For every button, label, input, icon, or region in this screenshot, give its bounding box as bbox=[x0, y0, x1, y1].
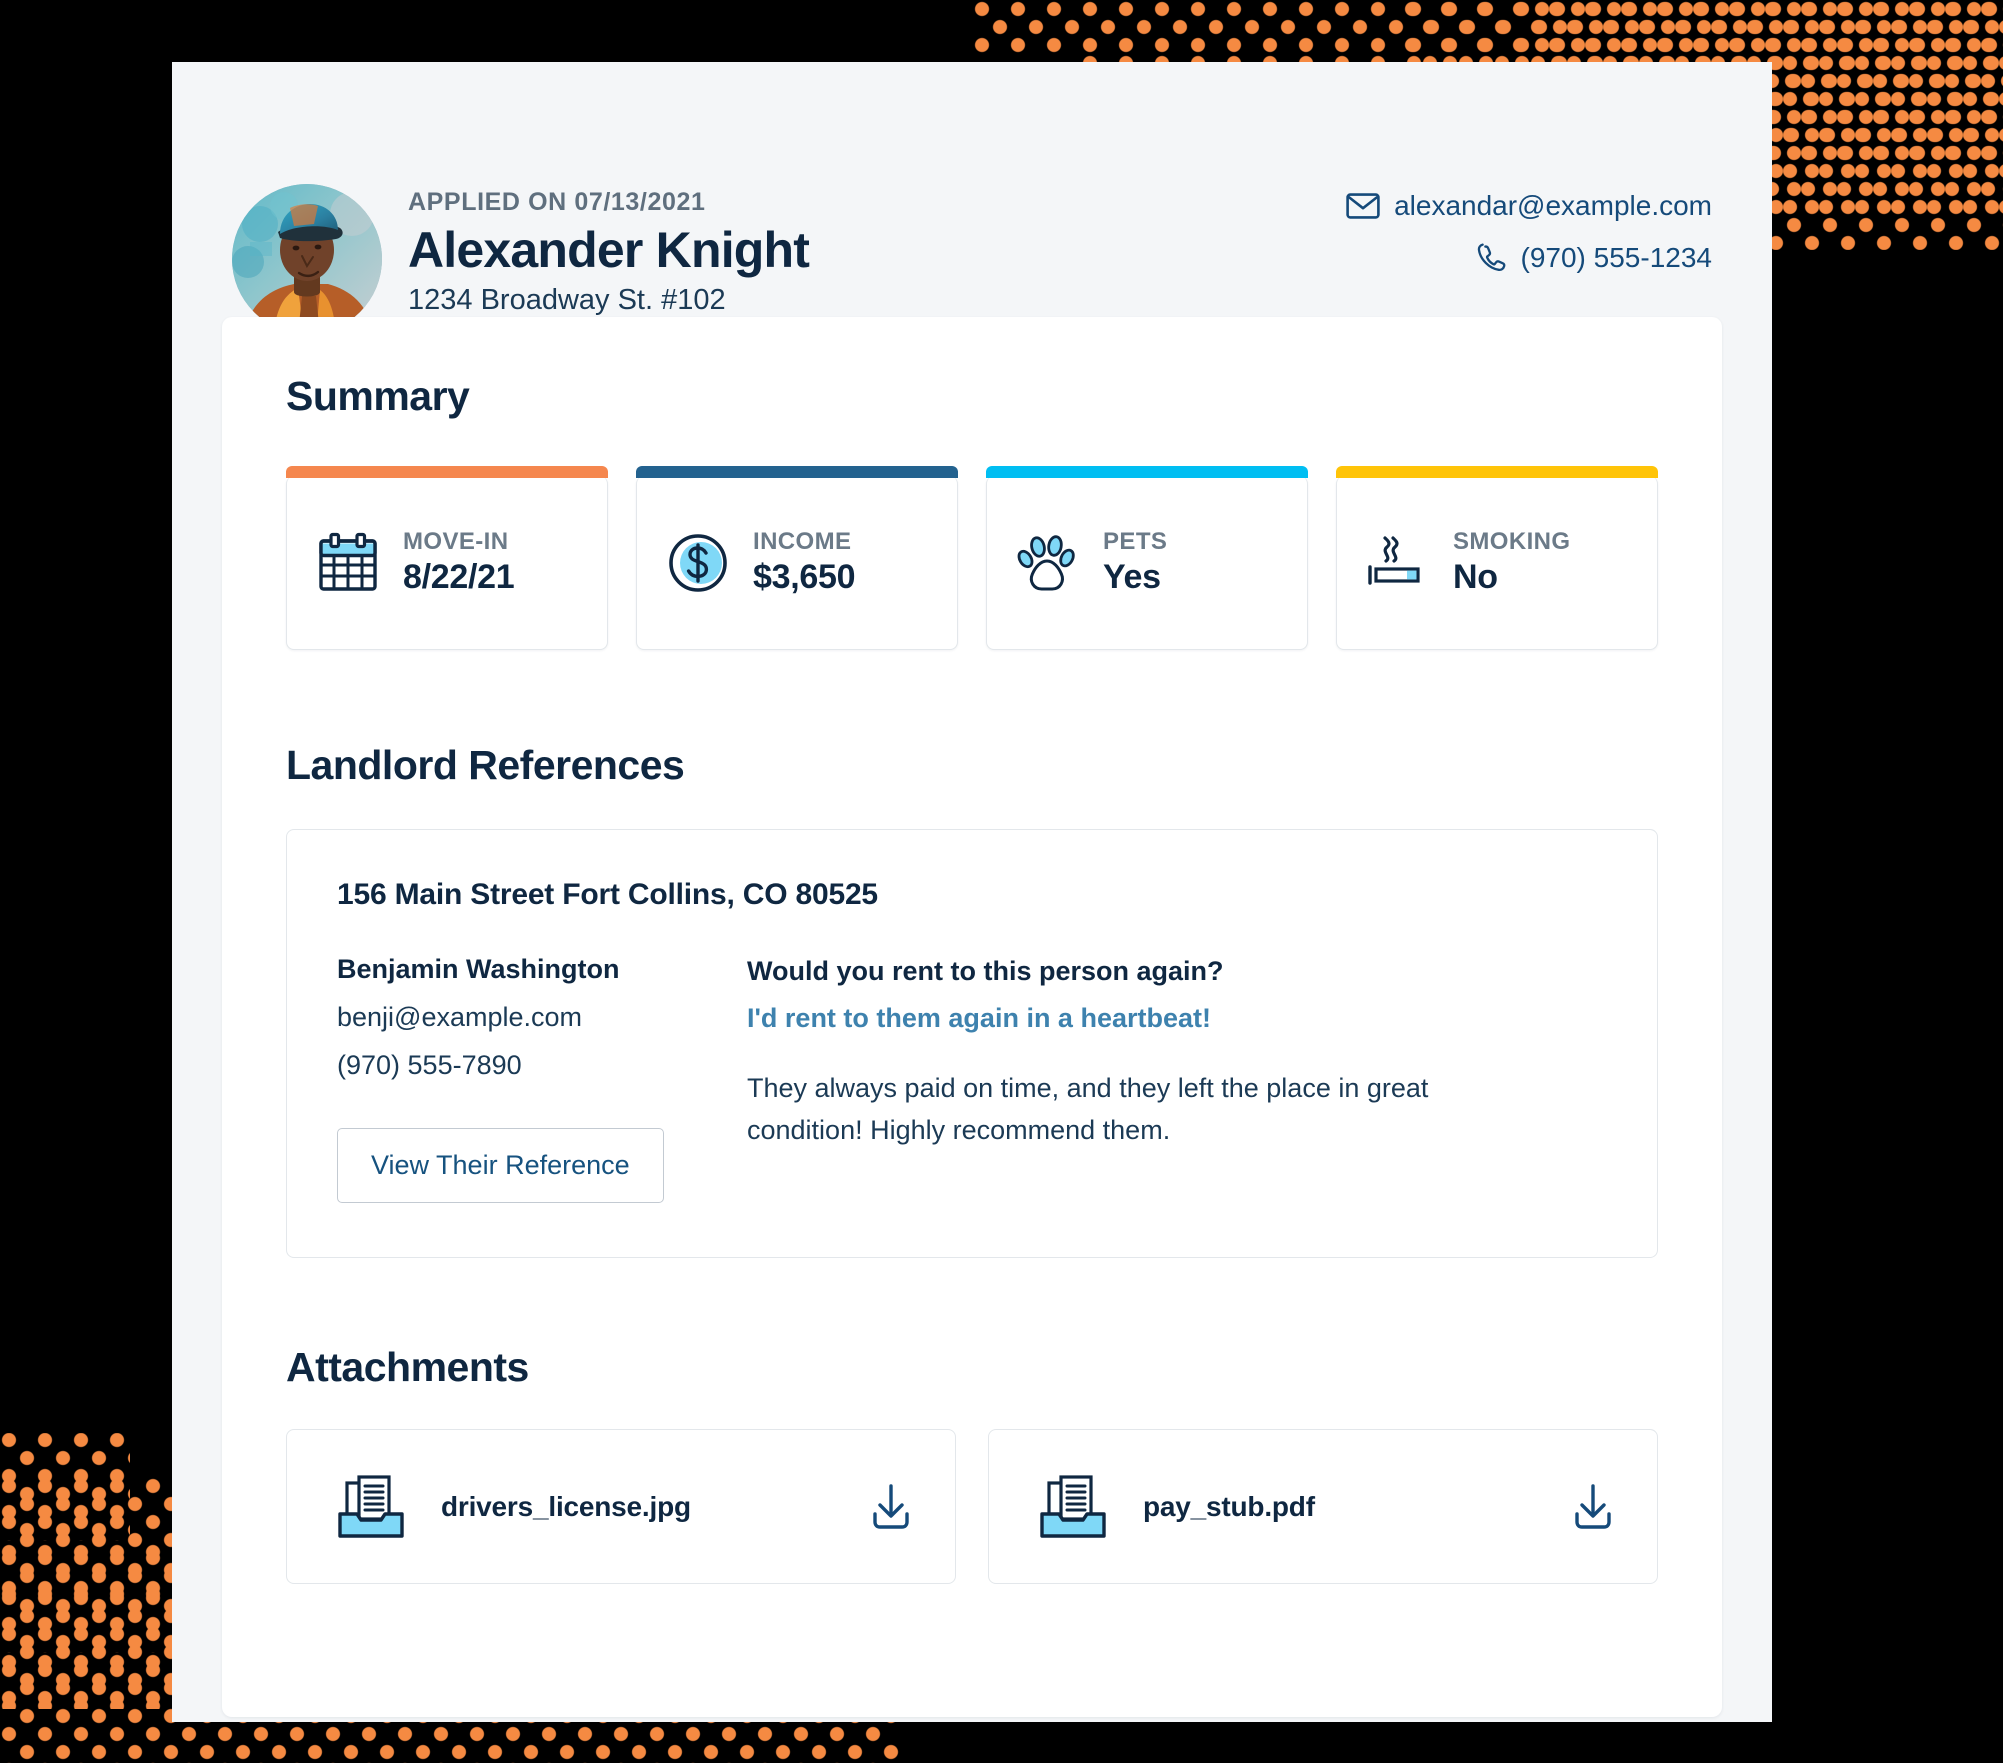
applied-on-label: APPLIED ON 07/13/2021 bbox=[408, 188, 706, 216]
summary-card-income: INCOME $3,650 bbox=[636, 466, 958, 650]
summary-card-value: Yes bbox=[1103, 558, 1161, 596]
summary-card-accent bbox=[1336, 466, 1658, 478]
summary-heading: Summary bbox=[286, 373, 470, 419]
application-details-card: Summary MOVE-IN 8/22/21 INCOME $3,650 PE… bbox=[222, 317, 1722, 1717]
dollar-coin-icon bbox=[663, 528, 733, 598]
envelope-icon bbox=[1346, 193, 1380, 219]
download-icon[interactable] bbox=[1569, 1482, 1617, 1532]
summary-card-accent bbox=[636, 466, 958, 478]
summary-card-value: No bbox=[1453, 558, 1498, 596]
applicant-contact: alexandar@example.com (970) 555-1234 bbox=[1346, 190, 1712, 294]
summary-card-label: INCOME bbox=[753, 528, 852, 555]
attachment-list: drivers_license.jpg pay_stub.pdf bbox=[286, 1429, 1658, 1584]
reference-contact-block: Benjamin Washington benji@example.com (9… bbox=[337, 954, 747, 1203]
reference-name: Benjamin Washington bbox=[337, 954, 620, 984]
reference-email: benji@example.com bbox=[337, 1002, 583, 1032]
cigarette-icon bbox=[1363, 528, 1433, 598]
attachment-filename: drivers_license.jpg bbox=[441, 1490, 691, 1522]
calendar-icon bbox=[313, 528, 383, 598]
paw-print-icon bbox=[1013, 528, 1083, 598]
applicant-phone: (970) 555-1234 bbox=[1520, 242, 1712, 273]
attachment-filename: pay_stub.pdf bbox=[1143, 1490, 1315, 1522]
summary-card-smoking: SMOKING No bbox=[1336, 466, 1658, 650]
applicant-name: Alexander Knight bbox=[408, 222, 810, 278]
attachment-item[interactable]: pay_stub.pdf bbox=[988, 1429, 1658, 1584]
reference-answer: I'd rent to them again in a heartbeat! bbox=[747, 1003, 1211, 1033]
summary-card-pets: PETS Yes bbox=[986, 466, 1308, 650]
document-tray-icon bbox=[335, 1472, 407, 1542]
summary-card-value: $3,650 bbox=[753, 558, 856, 596]
screenshot-root: APPLIED ON 07/13/2021 Alexander Knight 1… bbox=[0, 0, 2003, 1763]
reference-feedback-block: Would you rent to this person again? I'd… bbox=[747, 954, 1607, 1203]
reference-question: Would you rent to this person again? bbox=[747, 956, 1224, 986]
landlord-references-heading: Landlord References bbox=[286, 742, 685, 788]
applicant-email: alexandar@example.com bbox=[1394, 190, 1712, 221]
summary-card-label: SMOKING bbox=[1453, 528, 1571, 555]
summary-card-accent bbox=[986, 466, 1308, 478]
applicant-phone-row[interactable]: (970) 555-1234 bbox=[1346, 242, 1712, 274]
avatar bbox=[232, 184, 382, 334]
reference-phone: (970) 555-7890 bbox=[337, 1050, 522, 1080]
download-icon[interactable] bbox=[867, 1482, 915, 1532]
summary-card-value: 8/22/21 bbox=[403, 558, 515, 596]
applicant-header: APPLIED ON 07/13/2021 Alexander Knight 1… bbox=[172, 62, 1772, 334]
applicant-address: 1234 Broadway St. #102 bbox=[408, 284, 726, 316]
applicant-identity: APPLIED ON 07/13/2021 Alexander Knight 1… bbox=[408, 188, 810, 317]
landlord-reference-item: 156 Main Street Fort Collins, CO 80525 B… bbox=[286, 829, 1658, 1258]
summary-card-label: MOVE-IN bbox=[403, 528, 509, 555]
summary-card-accent bbox=[286, 466, 608, 478]
attachments-heading: Attachments bbox=[286, 1344, 529, 1390]
summary-card-list: MOVE-IN 8/22/21 INCOME $3,650 PETS Yes S… bbox=[286, 466, 1658, 650]
view-their-reference-button[interactable]: View Their Reference bbox=[337, 1128, 664, 1203]
document-tray-icon bbox=[1037, 1472, 1109, 1542]
attachment-item[interactable]: drivers_license.jpg bbox=[286, 1429, 956, 1584]
reference-property-address: 156 Main Street Fort Collins, CO 80525 bbox=[337, 878, 878, 911]
application-page: APPLIED ON 07/13/2021 Alexander Knight 1… bbox=[172, 62, 1772, 1722]
phone-icon bbox=[1477, 243, 1507, 273]
reference-comment: They always paid on time, and they left … bbox=[747, 1073, 1429, 1145]
applicant-email-row[interactable]: alexandar@example.com bbox=[1346, 190, 1712, 222]
summary-card-move-in: MOVE-IN 8/22/21 bbox=[286, 466, 608, 650]
summary-card-label: PETS bbox=[1103, 528, 1168, 555]
